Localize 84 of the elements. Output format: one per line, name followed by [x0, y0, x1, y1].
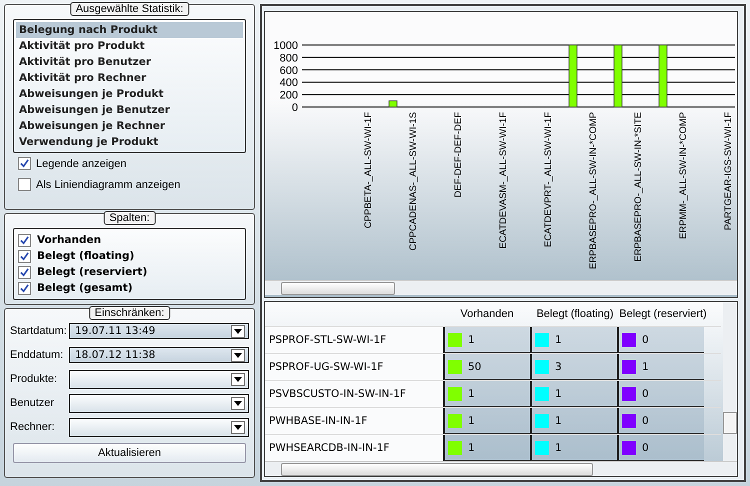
bar	[388, 100, 398, 108]
cell-value: 0	[642, 442, 649, 454]
column-header[interactable]: Belegt (reserviert)	[619, 308, 707, 320]
category-label: DEF-DEF-DEF-DEF	[453, 112, 464, 198]
caret-icon	[231, 348, 245, 362]
dropdown-field[interactable]: 18.07.12 11:38	[69, 347, 249, 363]
dropdown-field[interactable]	[69, 370, 249, 388]
cell-value: 3	[555, 360, 562, 372]
checkbox[interactable]	[18, 266, 31, 278]
category-label: ERPMM-_ALL-SW-IN-*COMP	[678, 112, 689, 240]
cell-value: 1	[642, 360, 649, 372]
table-cell: PWHBASE-IN-IN-1F	[265, 408, 443, 434]
cell-value: 1	[555, 334, 562, 346]
cell-value: 1	[555, 388, 562, 400]
category-label: PARTGEAR-IGS-SW-WI-1F	[723, 112, 734, 230]
cell-value: 1	[468, 414, 475, 426]
checkbox-label: Legende anzeigen	[36, 158, 127, 170]
checkbox-label: Vorhanden	[37, 234, 102, 246]
bar	[658, 44, 668, 108]
table-cell: PSVBSCUSTO-IN-SW-IN-1F	[265, 381, 443, 407]
checkbox[interactable]	[18, 250, 31, 262]
table-cell: PSPROF-STL-SW-WI-1F	[265, 327, 443, 353]
statistics-item[interactable]: Verwendung je Produkt	[16, 134, 243, 150]
category-label: CPPBETA-_ALL-SW-WI-1F	[363, 112, 374, 228]
dropdown-field[interactable]	[69, 394, 249, 412]
field-label: Benutzer	[10, 397, 56, 409]
statistics-item[interactable]: Aktivität pro Benutzer	[16, 54, 243, 70]
category-label: ERPBASEPRO-_ALL-SW-IN-*SITE	[633, 112, 644, 262]
vertical-scrollbar[interactable]	[723, 302, 737, 462]
column-header[interactable]: Vorhanden	[443, 308, 531, 320]
cell-value: 1	[555, 442, 562, 454]
table-cell: PSPROF-UG-SW-WI-1F	[265, 354, 443, 380]
cell-value: 0	[642, 414, 649, 426]
checkbox[interactable]	[18, 178, 31, 191]
horizontal-scrollbar[interactable]	[265, 461, 737, 476]
cell-value: 1	[555, 414, 562, 426]
category-label: ECATDEVPRT-_ALL-SW-WI-1F	[543, 112, 554, 248]
checkbox-label: Belegt (gesamt)	[37, 282, 133, 294]
dropdown-field[interactable]	[69, 418, 249, 436]
axis-tick-label: 1000	[274, 40, 298, 52]
axis-tick-label: 400	[280, 77, 298, 90]
checkbox[interactable]	[18, 157, 31, 170]
dropdown-field[interactable]: 19.07.11 13:49	[69, 323, 249, 339]
category-label: ECATDEVASM-_ALL-SW-WI-1F	[498, 112, 509, 249]
field-label: Rechner:	[10, 421, 56, 433]
axis-tick-label: 800	[280, 52, 298, 64]
group-title: Ausgewählte Statistik:	[70, 2, 190, 16]
bar	[614, 44, 622, 108]
axis-tick-label: 0	[292, 102, 298, 114]
group-title: Einschränken:	[88, 306, 170, 320]
cell-value: 50	[468, 360, 482, 372]
cell-value: 1	[468, 334, 475, 346]
column-header[interactable]: Belegt (floating)	[531, 308, 619, 320]
group-title: Spalten:	[103, 211, 156, 225]
cell-value: 1	[468, 388, 475, 400]
axis-tick-label: 600	[280, 64, 298, 77]
checkbox[interactable]	[18, 234, 31, 246]
field-label: Enddatum:	[10, 349, 64, 361]
caret-icon	[231, 420, 245, 434]
field-label: Produkte:	[10, 373, 58, 385]
caret-icon	[231, 396, 245, 410]
category-label: ERPBASEPRO-_ALL-SW-IN-*COMP	[588, 112, 599, 270]
checkbox-label: Als Liniendiagramm anzeigen	[36, 178, 180, 190]
update-button[interactable]: Aktualisieren	[13, 443, 246, 463]
cell-value: 0	[642, 334, 649, 346]
statistics-item[interactable]: Aktivität pro Produkt	[16, 38, 243, 54]
checkbox-label: Belegt (reserviert)	[37, 266, 148, 278]
cell-value: 1	[468, 442, 475, 454]
bar	[568, 44, 578, 108]
category-label: CPPCADENAS-_ALL-SW-WI-1S	[408, 112, 419, 251]
checkbox-label: Belegt (floating)	[37, 250, 134, 262]
field-label: Startdatum:	[10, 325, 68, 337]
axis-tick-label: 200	[280, 90, 298, 102]
cell-value: 0	[642, 388, 649, 400]
caret-icon	[231, 372, 245, 386]
caret-icon	[231, 324, 245, 338]
statistics-item[interactable]: Belegung nach Produkt	[16, 22, 243, 38]
statistics-item[interactable]: Aktivität pro Rechner	[16, 70, 243, 86]
table-cell: PWHSEARCDB-IN-IN-1F	[265, 435, 443, 461]
statistics-item[interactable]: Abweisungen je Benutzer	[16, 102, 243, 118]
statistics-item[interactable]: Abweisungen je Produkt	[16, 86, 243, 102]
horizontal-scrollbar[interactable]	[265, 280, 737, 295]
checkbox[interactable]	[18, 282, 31, 294]
statistics-item[interactable]: Abweisungen je Rechner	[16, 118, 243, 134]
